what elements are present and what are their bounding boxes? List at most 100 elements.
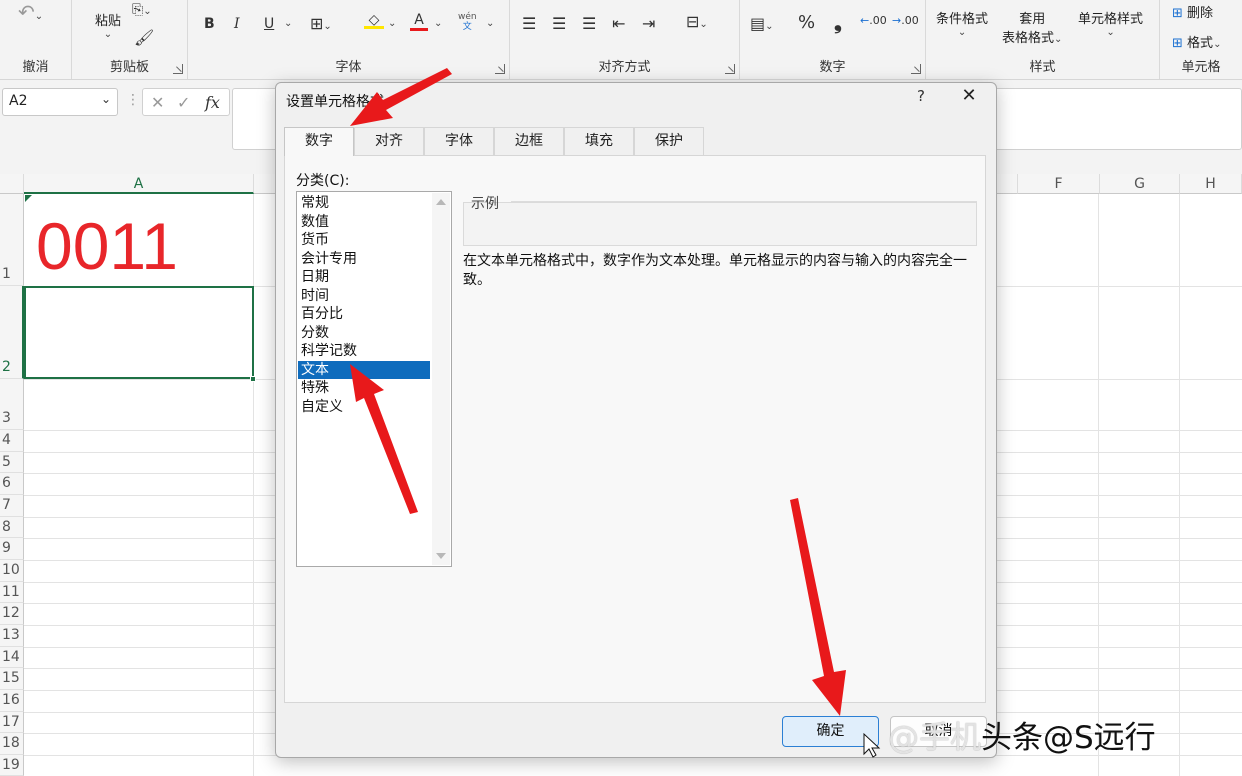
bold-button[interactable]: B <box>204 16 215 32</box>
tab-border[interactable]: 边框 <box>494 127 564 155</box>
category-item-percentage[interactable]: 百分比 <box>298 305 430 324</box>
tab-font[interactable]: 字体 <box>424 127 494 155</box>
help-button[interactable]: ? <box>910 87 932 111</box>
category-scrollbar[interactable] <box>432 193 450 565</box>
row-header-12[interactable]: 12 <box>0 603 24 625</box>
scroll-up-icon[interactable] <box>436 199 446 205</box>
tab-fill[interactable]: 填充 <box>564 127 634 155</box>
comma-style-button[interactable]: ❟ <box>834 10 842 34</box>
row-header-2[interactable]: 2 <box>0 286 24 379</box>
format-button[interactable]: ⊞ 格式⌄ <box>1172 32 1221 51</box>
clipboard-group: 粘贴 ⌄ ⎘⌄ 🖌 剪贴板 <box>72 0 188 79</box>
paste-button[interactable]: 粘贴 ⌄ <box>88 10 128 40</box>
watermark-text: 头条@S远行 <box>981 720 1156 756</box>
row-header-3[interactable]: 3 <box>0 379 24 430</box>
column-header-f[interactable]: F <box>1018 174 1100 194</box>
cell-a1[interactable]: 0011 <box>24 194 253 286</box>
confirm-entry-icon[interactable]: ✓ <box>177 93 190 112</box>
category-item-currency[interactable]: 货币 <box>298 231 430 250</box>
category-item-fraction[interactable]: 分数 <box>298 324 430 343</box>
fill-handle[interactable] <box>250 376 256 382</box>
row-header-17[interactable]: 17 <box>0 712 24 733</box>
cell-styles-button[interactable]: 单元格样式 ⌄ <box>1078 8 1143 38</box>
format-painter-icon[interactable]: 🖌 <box>134 28 154 47</box>
category-item-special[interactable]: 特殊 <box>298 379 430 398</box>
row-header-8[interactable]: 8 <box>0 517 24 538</box>
underline-button[interactable]: U <box>264 16 274 32</box>
row-header-13[interactable]: 13 <box>0 625 24 647</box>
align-left-icon[interactable]: ☰ <box>522 14 536 33</box>
category-item-accounting[interactable]: 会计专用 <box>298 250 430 269</box>
category-item-general[interactable]: 常规 <box>298 194 430 213</box>
number-launcher-icon[interactable] <box>911 64 921 74</box>
border-icon[interactable]: ⊞⌄ <box>310 14 332 33</box>
column-header-a[interactable]: A <box>24 174 254 194</box>
row-header-9[interactable]: 9 <box>0 538 24 560</box>
category-item-number[interactable]: 数值 <box>298 213 430 232</box>
insert-function-icon[interactable]: fx <box>205 93 220 112</box>
row-header-4[interactable]: 4 <box>0 430 24 452</box>
row-header-6[interactable]: 6 <box>0 473 24 495</box>
fill-color-dropdown-icon[interactable]: ⌄ <box>388 18 396 29</box>
copy-icon[interactable]: ⎘⌄ <box>132 2 152 18</box>
select-all-corner[interactable] <box>0 174 24 194</box>
percent-button[interactable]: % <box>798 12 815 33</box>
underline-dropdown-icon[interactable]: ⌄ <box>284 18 292 29</box>
row-header-15[interactable]: 15 <box>0 668 24 690</box>
cell-a2-selected[interactable] <box>24 286 254 379</box>
row-header-10[interactable]: 10 <box>0 560 24 582</box>
category-item-date[interactable]: 日期 <box>298 268 430 287</box>
tab-alignment[interactable]: 对齐 <box>354 127 424 155</box>
column-header-h[interactable]: H <box>1180 174 1242 194</box>
row-header-11[interactable]: 11 <box>0 582 24 603</box>
merge-center-icon[interactable]: ⊟⌄ <box>686 12 708 31</box>
gridline <box>253 194 254 776</box>
clipboard-launcher-icon[interactable] <box>173 64 183 74</box>
category-item-scientific[interactable]: 科学记数 <box>298 342 430 361</box>
chevron-down-icon[interactable]: ⌄ <box>101 92 111 106</box>
italic-button[interactable]: I <box>234 16 240 32</box>
align-center-icon[interactable]: ☰ <box>552 14 566 33</box>
delete-button[interactable]: ⊞ 删除 <box>1172 2 1213 21</box>
row-header-18[interactable]: 18 <box>0 733 24 755</box>
name-box-value: A2 <box>9 93 28 109</box>
font-launcher-icon[interactable] <box>495 64 505 74</box>
fill-color-icon[interactable]: ◇ <box>364 12 384 29</box>
font-color-icon[interactable]: A <box>410 12 428 31</box>
font-color-dropdown-icon[interactable]: ⌄ <box>434 18 442 29</box>
category-list[interactable]: 常规 数值 货币 会计专用 日期 时间 百分比 分数 科学记数 文本 特殊 自定… <box>296 191 452 567</box>
cancel-entry-icon[interactable]: ✕ <box>151 93 164 112</box>
format-as-table-button[interactable]: 套用 表格格式⌄ <box>1002 8 1062 46</box>
alignment-launcher-icon[interactable] <box>725 64 735 74</box>
category-item-custom[interactable]: 自定义 <box>298 398 430 417</box>
conditional-format-button[interactable]: 条件格式 ⌄ <box>936 8 988 38</box>
category-item-time[interactable]: 时间 <box>298 287 430 306</box>
scroll-down-icon[interactable] <box>436 553 446 559</box>
alignment-group: ☰ ☰ ☰ ⇤ ⇥ ⊟⌄ 对齐方式 <box>510 0 740 79</box>
decrease-indent-icon[interactable]: ⇤ <box>612 14 625 33</box>
undo-icon[interactable]: ↶⌄ <box>18 0 43 24</box>
row-header-5[interactable]: 5 <box>0 452 24 473</box>
increase-decimal-button[interactable]: ←.00 <box>860 14 887 27</box>
row-header-19[interactable]: 19 <box>0 755 24 776</box>
decrease-decimal-button[interactable]: →.00 <box>892 14 919 27</box>
pinyin-icon[interactable]: wén 文 <box>458 12 477 32</box>
category-item-text[interactable]: 文本 <box>298 360 430 379</box>
row-header-14[interactable]: 14 <box>0 647 24 668</box>
name-box[interactable]: A2 ⌄ <box>2 88 118 116</box>
column-header-g[interactable]: G <box>1100 174 1180 194</box>
row-header-1[interactable]: 1 <box>0 194 24 286</box>
tab-number[interactable]: 数字 <box>284 127 354 156</box>
tab-protection[interactable]: 保护 <box>634 127 704 155</box>
close-button[interactable]: ✕ <box>957 85 981 111</box>
accounting-format-icon[interactable]: ▤⌄ <box>750 14 774 33</box>
formula-buttons: ✕ ✓ fx <box>142 88 230 116</box>
pinyin-dropdown-icon[interactable]: ⌄ <box>486 18 494 29</box>
more-options-icon[interactable]: ⋮ <box>126 92 140 108</box>
cells-group: ⊞ 删除 ⊞ 格式⌄ 单元格 <box>1160 0 1242 79</box>
row-header-7[interactable]: 7 <box>0 495 24 517</box>
ok-button[interactable]: 确定 <box>782 716 879 747</box>
increase-indent-icon[interactable]: ⇥ <box>642 14 655 33</box>
align-right-icon[interactable]: ☰ <box>582 14 596 33</box>
row-header-16[interactable]: 16 <box>0 690 24 712</box>
